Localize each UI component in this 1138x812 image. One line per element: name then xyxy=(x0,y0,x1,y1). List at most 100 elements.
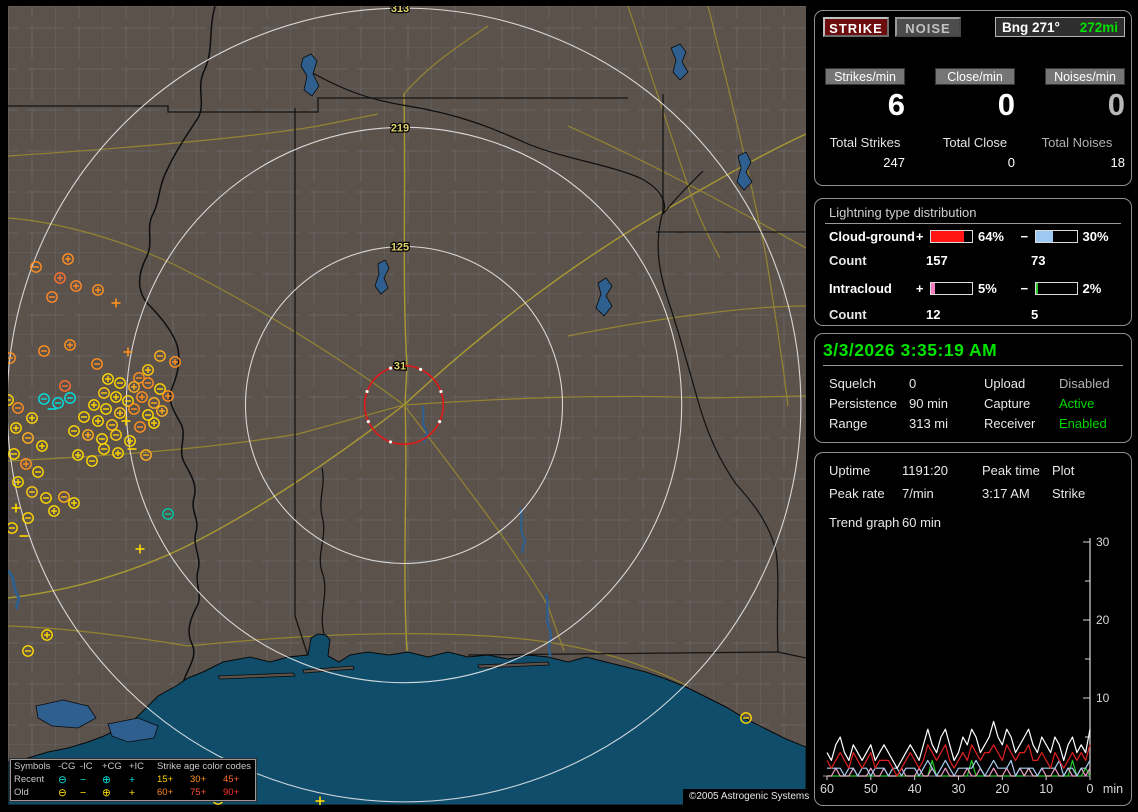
ic-negative-percent: 2% xyxy=(1083,281,1126,296)
cg-count-row: Count 157 73 xyxy=(829,253,867,268)
cg-negative-percent: 30% xyxy=(1083,229,1126,244)
ic-negative-count: 5 xyxy=(1031,307,1038,322)
uptime-row: Uptime 1191:20 Peak time Plot xyxy=(815,463,1131,483)
svg-text:40: 40 xyxy=(908,782,922,796)
plot-label: Plot xyxy=(1052,463,1074,478)
cg-positive-count: 157 xyxy=(926,253,948,268)
ic-positive-bar xyxy=(930,282,973,295)
uptime-value: 1191:20 xyxy=(902,463,948,478)
map-legend: Symbols -CG -IC +CG +IC Strike age color… xyxy=(10,759,256,801)
count-label: Count xyxy=(829,253,867,268)
range-row: Range 313 mi Receiver Enabled xyxy=(815,416,1131,436)
current-datetime: 3/3/2026 3:35:19 AM xyxy=(823,340,997,361)
noises-per-min-value: 0 xyxy=(1045,87,1125,123)
total-close-label: Total Close xyxy=(925,135,1025,150)
total-strikes-value: 247 xyxy=(825,155,905,170)
trend-graph-label: Trend graph xyxy=(829,515,899,530)
recent-pos-cg-icon: ⊕ xyxy=(102,775,129,785)
peak-time-label: Peak time xyxy=(982,463,1040,478)
recent-pos-ic-icon: + xyxy=(129,775,151,785)
minus-sign: − xyxy=(1020,229,1034,244)
svg-text:125: 125 xyxy=(391,242,409,254)
lightning-map[interactable]: 31125219313 Symbols -CG -IC +CG +IC Stri… xyxy=(8,6,806,805)
svg-text:313: 313 xyxy=(391,6,409,15)
squelch-label: Squelch xyxy=(829,376,876,391)
total-noises-value: 18 xyxy=(1045,155,1125,170)
peak-rate-row: Peak rate 7/min 3:17 AM Strike xyxy=(815,486,1131,506)
cg-positive-bar xyxy=(930,230,973,243)
age-60: 60+ xyxy=(157,787,190,798)
receiver-label: Receiver xyxy=(984,416,1035,431)
svg-text:60: 60 xyxy=(820,782,834,796)
plus-sign: + xyxy=(916,229,930,244)
svg-text:0: 0 xyxy=(1087,782,1094,796)
plot-mode-value: Strike xyxy=(1052,486,1085,501)
noises-per-min-header: Noises/min xyxy=(1045,68,1125,85)
noise-mode-button[interactable]: NOISE xyxy=(895,17,961,37)
total-strikes-label: Total Strikes xyxy=(815,135,915,150)
svg-text:20: 20 xyxy=(995,782,1009,796)
count-label: Count xyxy=(829,307,867,322)
svg-text:219: 219 xyxy=(391,122,409,134)
persistence-row: Persistence 90 min Capture Active xyxy=(815,396,1131,416)
legend-col-pos-cg: +CG xyxy=(102,761,129,772)
svg-text:10: 10 xyxy=(1096,691,1110,705)
upload-label: Upload xyxy=(984,376,1025,391)
cg-negative-count: 73 xyxy=(1031,253,1045,268)
receiver-status: Enabled xyxy=(1059,416,1107,431)
legend-age-title: Strike age color codes xyxy=(157,761,254,772)
strike-stats-panel: STRIKE NOISE Bng 271° 272mi Strikes/min … xyxy=(814,10,1132,186)
cg-positive-percent: 64% xyxy=(978,229,1021,244)
squelch-row: Squelch 0 Upload Disabled xyxy=(815,376,1131,396)
ic-positive-count: 12 xyxy=(926,307,940,322)
ic-positive-percent: 5% xyxy=(978,281,1021,296)
peak-time-value: 3:17 AM xyxy=(982,486,1030,501)
legend-symbols-header: Symbols xyxy=(14,761,58,772)
range-label: Range xyxy=(829,416,867,431)
legend-col-pos-ic: +IC xyxy=(129,761,151,772)
range-value: 313 mi xyxy=(909,416,948,431)
age-30: 30+ xyxy=(190,774,223,785)
trend-graph-period: 60 min xyxy=(902,515,941,530)
plus-sign: + xyxy=(916,281,930,296)
svg-text:30: 30 xyxy=(952,782,966,796)
trend-graph: 1020306050403020100min xyxy=(817,531,1131,803)
svg-text:50: 50 xyxy=(864,782,878,796)
map-canvas: 31125219313 xyxy=(8,6,806,805)
peak-rate-value: 7/min xyxy=(902,486,934,501)
nexstorm-window: { "colors":{"accent_green":"#00e000","st… xyxy=(0,0,1138,812)
minus-sign: − xyxy=(1020,281,1034,296)
squelch-value: 0 xyxy=(909,376,916,391)
ic-negative-bar xyxy=(1035,282,1078,295)
copyright-notice: ©2005 Astrogenic Systems xyxy=(683,789,815,805)
svg-text:10: 10 xyxy=(1039,782,1053,796)
recent-neg-cg-icon: ⊖ xyxy=(58,775,80,785)
age-45: 45+ xyxy=(223,774,254,785)
legend-row-old-label: Old xyxy=(14,787,58,798)
close-per-min-header: Close/min xyxy=(935,68,1015,85)
distribution-title: Lightning type distribution xyxy=(829,205,976,220)
persistence-value: 90 min xyxy=(909,396,948,411)
age-90: 90+ xyxy=(223,787,254,798)
age-75: 75+ xyxy=(190,787,223,798)
uptime-trend-panel: Uptime 1191:20 Peak time Plot Peak rate … xyxy=(814,452,1132,806)
svg-text:20: 20 xyxy=(1096,613,1110,627)
clock-status-panel: 3/3/2026 3:35:19 AM Squelch 0 Upload Dis… xyxy=(814,333,1132,443)
intracloud-row: Intracloud + 5% − 2% xyxy=(829,281,1125,296)
divider xyxy=(823,365,1123,366)
divider xyxy=(825,223,1121,224)
old-neg-ic-icon: − xyxy=(80,788,102,798)
uptime-label: Uptime xyxy=(829,463,870,478)
old-pos-cg-icon: ⊕ xyxy=(102,788,129,798)
recent-neg-ic-icon: − xyxy=(80,775,102,785)
ic-count-row: Count 12 5 xyxy=(829,307,867,322)
trend-series-+CG xyxy=(827,745,1090,776)
legend-col-neg-ic: -IC xyxy=(80,761,102,772)
old-neg-cg-icon: ⊖ xyxy=(58,788,80,798)
close-per-min-value: 0 xyxy=(935,87,1015,123)
persistence-label: Persistence xyxy=(829,396,897,411)
strike-mode-button[interactable]: STRIKE xyxy=(823,17,889,37)
svg-text:30: 30 xyxy=(1096,535,1110,549)
legend-col-neg-cg: -CG xyxy=(58,761,80,772)
intracloud-label: Intracloud xyxy=(829,281,916,296)
